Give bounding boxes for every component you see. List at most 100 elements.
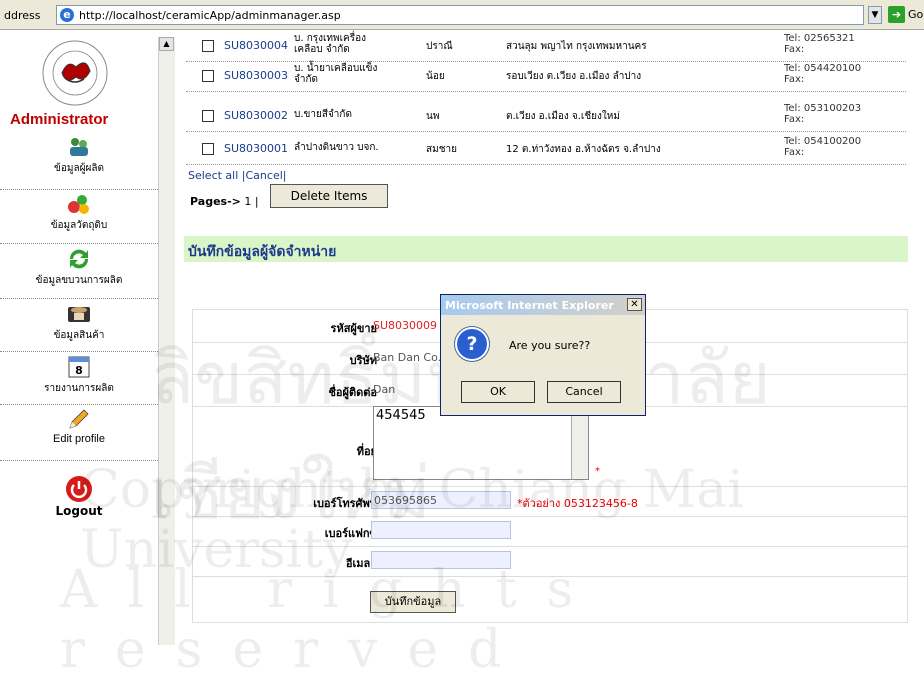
supplier-address: สวนลุม พญาไท กรุงเทพมหานคร	[506, 41, 647, 52]
supplier-code-link[interactable]: SU8030001	[224, 142, 288, 155]
supplier-company: ลำปางดินขาว บจก.	[294, 142, 379, 153]
supplier-contact: นพ	[426, 111, 440, 122]
cancel-button[interactable]: Cancel	[547, 381, 621, 403]
sidebar-item-label: รายงานการผลิต	[44, 383, 114, 394]
sidebar-item-label: ข้อมูลสินค้า	[53, 330, 105, 341]
select-all-link[interactable]: Select all	[188, 169, 238, 182]
form-row-phone: เบอร์โทรศัพท์ 053695865 *ตัวอย่าง 053123…	[193, 486, 907, 517]
ie-page-icon: e	[60, 8, 74, 22]
form-row-fax: เบอร์แฟกซ์	[193, 516, 907, 547]
pages-label: Pages->	[190, 195, 241, 208]
supplier-company: บ. กรุงเทพเครื่องเคลือบ จำกัด	[294, 33, 366, 55]
sidebar-item-production-process[interactable]: ข้อมูลขบวนการผลิต	[0, 246, 158, 299]
contact-label: ชื่อผู้ติดต่อ	[328, 386, 377, 399]
go-label: Go	[908, 8, 924, 21]
sidebar-item-label: ข้อมูลผู้ผลิต	[54, 163, 104, 174]
page-link[interactable]: 1	[244, 195, 251, 208]
url-text: http://localhost/ceramicApp/adminmanager…	[79, 9, 341, 22]
row-checkbox[interactable]	[202, 110, 214, 122]
address-label: ddress	[4, 9, 41, 22]
address-text: 454545	[376, 408, 426, 423]
sidebar-scrollbar[interactable]: ▲	[158, 37, 175, 645]
section-header: บันทึกข้อมูลผู้จัดจำหน่าย	[184, 236, 908, 262]
supplier-code-link[interactable]: SU8030004	[224, 39, 288, 52]
sidebar-item-manufacturers[interactable]: ข้อมูลผู้ผลิต	[0, 134, 158, 190]
close-icon[interactable]: ✕	[627, 298, 642, 311]
sidebar: Administrator ข้อมูลผู้ผลิต ข้อมูลวัตถุด…	[0, 31, 175, 645]
pagination: Pages-> 1 |	[190, 195, 259, 208]
save-button[interactable]: บันทึกข้อมูล	[370, 591, 456, 613]
scroll-up-icon[interactable]: ▲	[159, 37, 174, 51]
pencil-icon	[69, 409, 89, 429]
url-dropdown-button[interactable]: ▼	[868, 6, 882, 24]
supplier-phone: Tel: 054420100 Fax:	[784, 63, 861, 85]
sidebar-item-products[interactable]: ข้อมูลสินค้า	[0, 301, 158, 352]
go-button[interactable]: ➔ Go	[888, 6, 924, 24]
logout-label: Logout	[55, 504, 103, 518]
tel-text: Tel: 053100203	[784, 103, 862, 114]
tel-text: Tel: 054100200	[784, 136, 862, 147]
supplier-phone: Tel: 054100200 Fax:	[784, 136, 861, 158]
confirm-dialog: Microsoft Internet Explorer ✕ ? Are you …	[440, 294, 646, 416]
question-icon: ?	[455, 327, 489, 361]
power-icon	[66, 476, 92, 502]
form-row-address: ที่อยู่ 454545 *	[193, 406, 907, 487]
supplier-phone: Tel: 02565321 Fax:	[784, 33, 855, 55]
supplier-address: รอบเวียง ต.เวียง อ.เมือง ลำปาง	[506, 71, 642, 82]
delete-items-button[interactable]: Delete Items	[270, 184, 388, 208]
ok-button[interactable]: OK	[461, 381, 535, 403]
phone-value: 053695865	[374, 494, 437, 507]
supplier-address: 12 ต.ท่าวังทอง อ.ห้างฉัตร จ.ลำปาง	[506, 144, 661, 155]
row-checkbox[interactable]	[202, 143, 214, 155]
supplier-phone: Tel: 053100203 Fax:	[784, 103, 861, 125]
contact-field[interactable]: Dan	[373, 383, 395, 396]
recycle-icon	[69, 249, 89, 269]
phone-field[interactable]: 053695865	[371, 491, 511, 509]
supplier-id-label: รหัสผู้ขาย	[330, 322, 377, 335]
fax-text: Fax:	[784, 114, 805, 125]
sidebar-title: Administrator	[10, 111, 109, 128]
email-field[interactable]	[371, 551, 511, 569]
supplier-company: บ. น้ำยาเคลือบแข็ง จำกัด	[294, 63, 378, 85]
fax-text: Fax:	[784, 74, 805, 85]
sidebar-item-production-report[interactable]: 8 รายงานการผลิต	[0, 354, 158, 405]
table-row: SU8030004 บ. กรุงเทพเครื่องเคลือบ จำกัด …	[186, 33, 906, 62]
supplier-code-link[interactable]: SU8030003	[224, 69, 288, 82]
company-field[interactable]: Ban Dan Co.	[373, 351, 441, 364]
materials-icon	[68, 195, 89, 214]
logout-button[interactable]: Logout	[0, 474, 158, 518]
url-field[interactable]: e http://localhost/ceramicApp/adminmanag…	[56, 5, 864, 25]
supplier-id-value: SU8030009	[373, 319, 438, 332]
address-textarea[interactable]: 454545	[373, 406, 589, 480]
fax-label: เบอร์แฟกซ์	[324, 527, 377, 540]
section-title: บันทึกข้อมูลผู้จัดจำหน่าย	[188, 244, 337, 260]
row-checkbox[interactable]	[202, 70, 214, 82]
fax-text: Fax:	[784, 44, 805, 55]
required-marker: *	[595, 466, 600, 477]
sidebar-item-label: Edit profile	[53, 433, 105, 445]
selection-links: Select all |Cancel|	[188, 169, 287, 182]
supplier-contact: น้อย	[426, 71, 445, 82]
supplier-company: บ.ขายสีจำกัด	[294, 109, 352, 120]
phone-hint: *ตัวอย่าง 053123456-8	[517, 497, 638, 510]
cancel-selection-link[interactable]: Cancel	[246, 169, 283, 182]
circle-ceramic-logo	[42, 40, 108, 106]
table-row: SU8030003 บ. น้ำยาเคลือบแข็ง จำกัด น้อย …	[186, 63, 906, 92]
dialog-titlebar[interactable]: Microsoft Internet Explorer ✕	[441, 295, 645, 315]
fax-field[interactable]	[371, 521, 511, 539]
supplier-code-link[interactable]: SU8030002	[224, 109, 288, 122]
supplier-address: ต.เวียง อ.เมือง จ.เชียงใหม่	[506, 111, 620, 122]
sidebar-item-edit-profile[interactable]: Edit profile	[0, 406, 158, 461]
sidebar-item-label: ข้อมูลขบวนการผลิต	[35, 275, 123, 286]
row-checkbox[interactable]	[202, 40, 214, 52]
fax-text: Fax:	[784, 147, 805, 158]
dialog-title: Microsoft Internet Explorer	[445, 299, 614, 312]
svg-text:8: 8	[75, 364, 83, 377]
form-row-email: อีเมลล์	[193, 546, 907, 577]
textarea-scrollbar[interactable]	[571, 407, 588, 479]
dialog-message: Are you sure??	[509, 339, 591, 352]
address-bar: ddress e http://localhost/ceramicApp/adm…	[0, 0, 924, 30]
tel-text: Tel: 054420100	[784, 63, 862, 74]
calendar-icon: 8	[68, 356, 90, 378]
sidebar-item-materials[interactable]: ข้อมูลวัตถุดิบ	[0, 191, 158, 244]
